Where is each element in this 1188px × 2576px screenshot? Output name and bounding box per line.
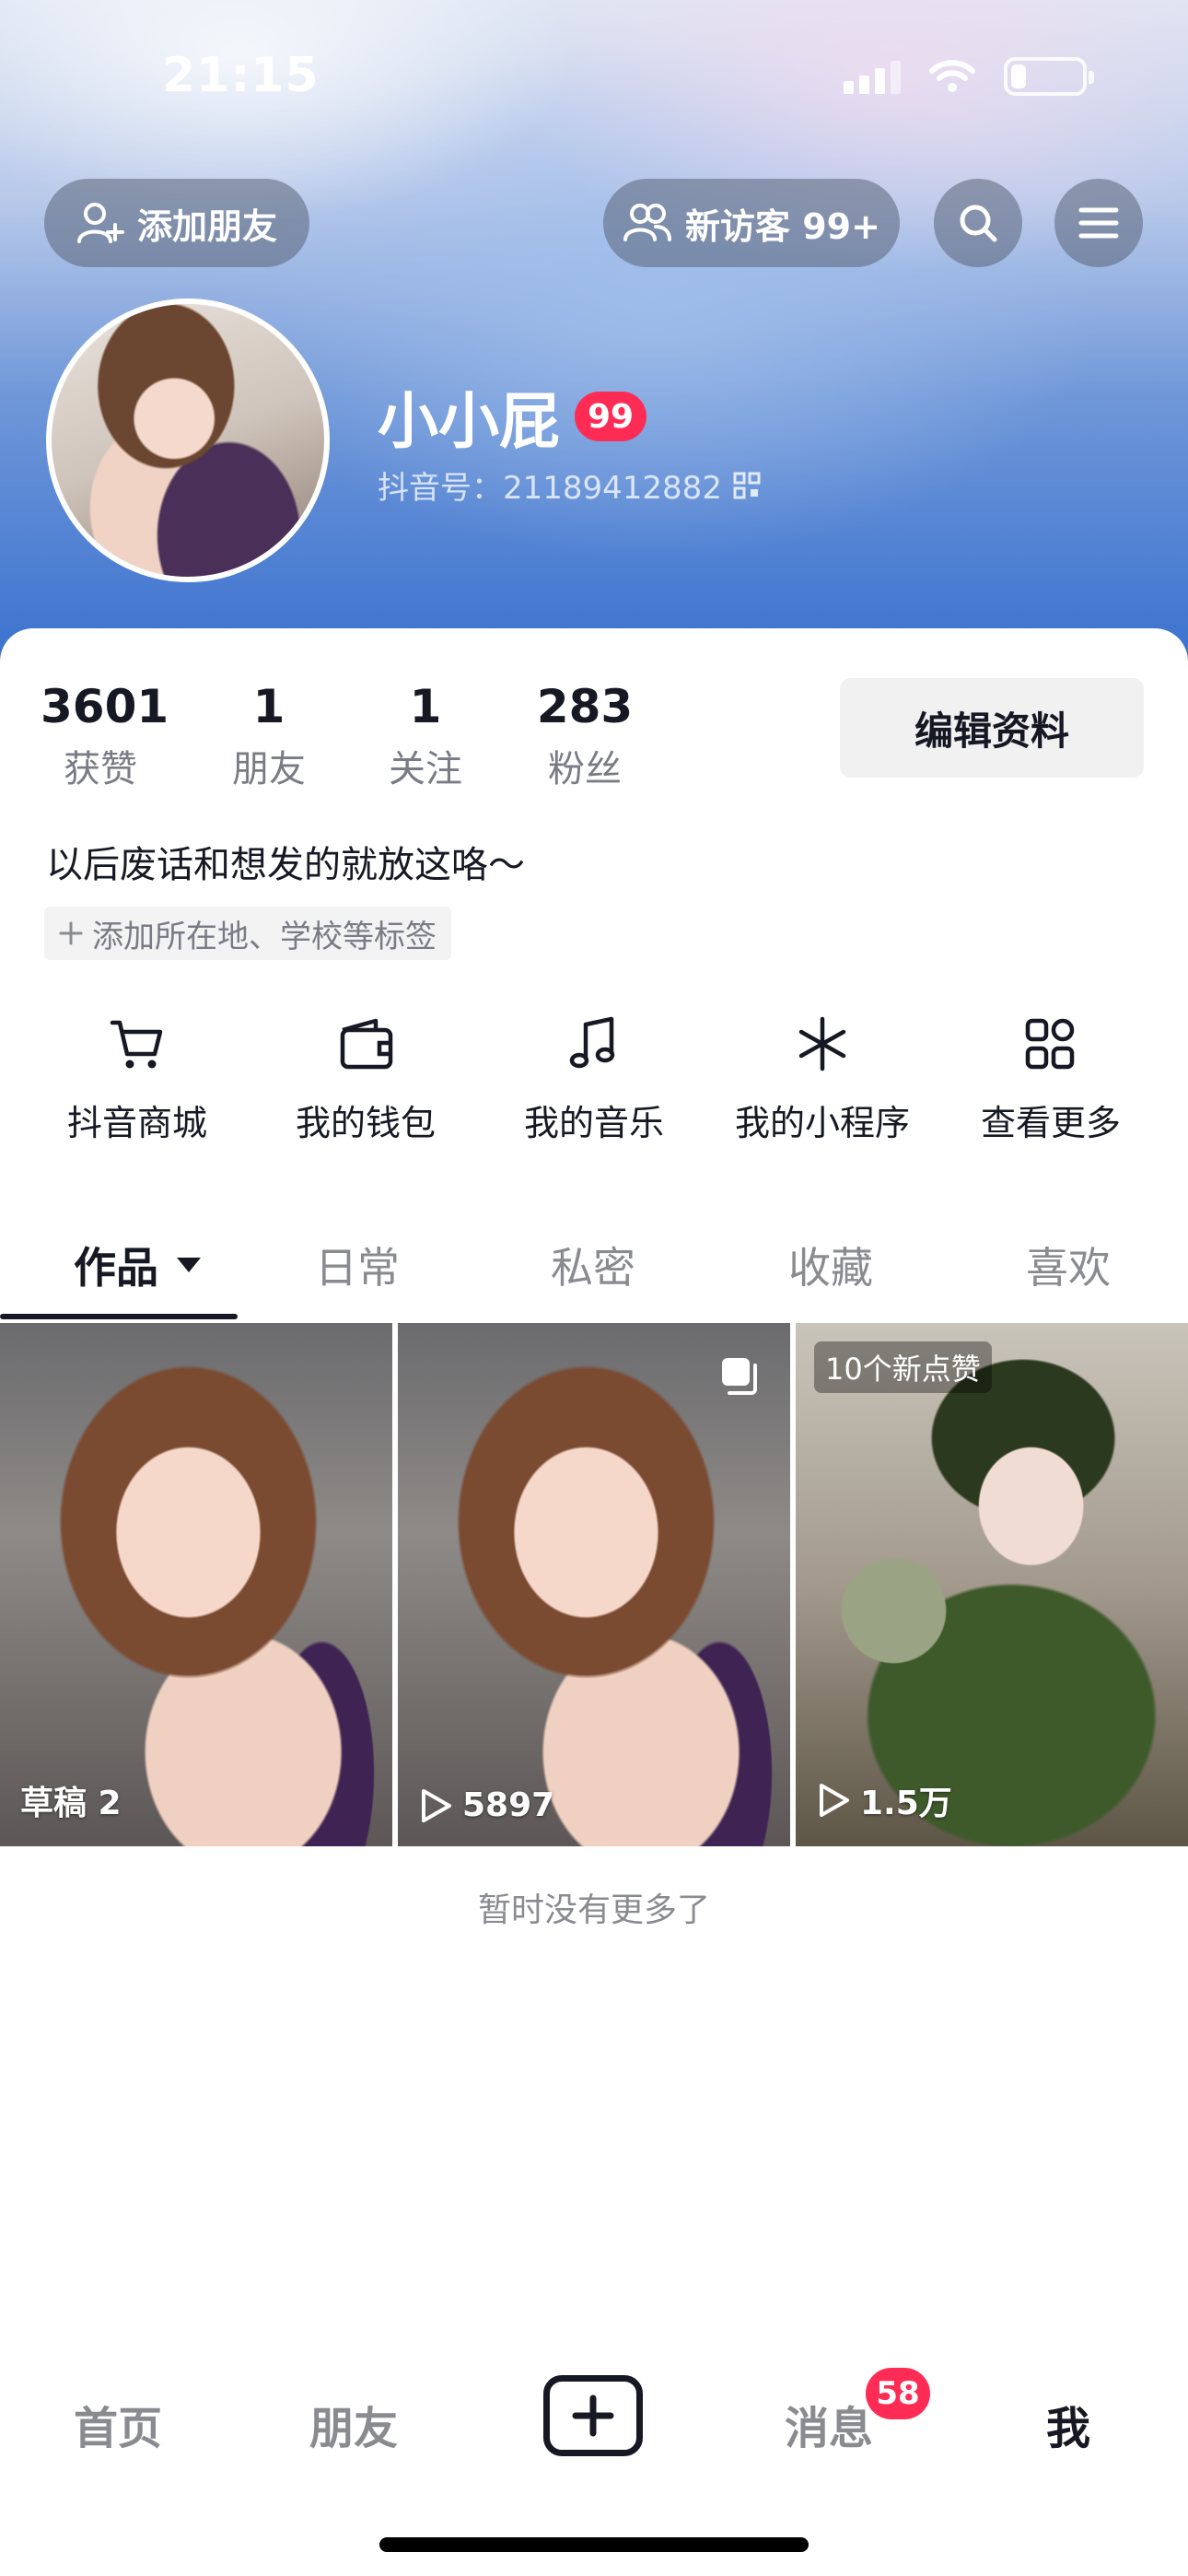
qr-code-icon [733, 472, 761, 498]
shortcut-label: 我的钱包 [295, 1103, 436, 1143]
multi-image-icon [722, 1358, 757, 1395]
mini-program-icon [798, 1016, 846, 1071]
new-visitors-button[interactable]: 新访客 99+ [603, 179, 900, 267]
nav-me[interactable]: 我 [1046, 2392, 1090, 2456]
nav-home[interactable]: 首页 [74, 2392, 162, 2456]
play-icon [820, 1784, 849, 1817]
play-icon [422, 1788, 451, 1822]
search-icon [960, 205, 997, 242]
tab-daily[interactable]: 日常 [315, 1235, 400, 1295]
bio-text: 以后废话和想发的就放这咯～ [46, 844, 525, 886]
stat-friends[interactable]: 1 朋友 [214, 680, 324, 792]
shortcut-label: 我的音乐 [523, 1103, 664, 1143]
tab-active-indicator [0, 1314, 238, 1319]
stat-value: 283 [536, 680, 634, 733]
stat-value: 1 [252, 680, 285, 733]
music-note-icon [569, 1016, 615, 1069]
shortcut-more[interactable]: 查看更多 [936, 1013, 1166, 1145]
shortcut-label: 查看更多 [980, 1103, 1121, 1143]
create-post-button[interactable] [543, 2375, 643, 2456]
thumbnail-caption: 草稿 2 [20, 1776, 122, 1824]
plus-icon [59, 921, 83, 945]
messages-badge: 58 [866, 2368, 930, 2419]
add-friend-button[interactable]: 添加朋友 [44, 179, 309, 267]
draft-count: 草稿 2 [20, 1785, 122, 1822]
caret-down-icon [177, 1258, 201, 1272]
nav-messages[interactable]: 消息 [785, 2392, 873, 2456]
cart-icon [110, 1020, 163, 1069]
stat-label: 粉丝 [548, 748, 622, 790]
plus-icon [572, 2395, 614, 2437]
douyin-id-text: 抖音号：21189412882 [378, 470, 722, 507]
stat-value: 3601 [41, 680, 169, 733]
edit-profile-button[interactable]: 编辑资料 [840, 678, 1144, 778]
avatar[interactable] [46, 299, 330, 582]
add-tags-chip[interactable]: 添加所在地、学校等标签 [44, 907, 451, 960]
stat-following[interactable]: 1 关注 [370, 680, 481, 792]
no-more-content-text: 暂时没有更多了 [477, 1891, 710, 1929]
home-indicator [379, 2537, 809, 2552]
add-tags-label: 添加所在地、学校等标签 [92, 918, 437, 955]
username-row: 小小屁 99 [378, 372, 647, 461]
tab-label: 作品 [74, 1243, 158, 1293]
cellular-signal-icon [844, 59, 901, 94]
shortcut-wallet[interactable]: 我的钱包 [250, 1013, 481, 1145]
thumbnail-caption: 1.5万 [816, 1776, 952, 1824]
video-thumbnail[interactable]: 5897 [398, 1323, 790, 1846]
thumbnail-image [0, 1323, 392, 1846]
tab-private[interactable]: 私密 [551, 1235, 635, 1295]
stat-followers[interactable]: 283 粉丝 [525, 680, 645, 792]
stat-label: 关注 [389, 748, 462, 790]
video-thumbnail[interactable]: 10个新点赞 1.5万 [796, 1323, 1188, 1846]
menu-button[interactable] [1054, 179, 1143, 267]
battery-icon [1004, 57, 1094, 96]
stat-value: 1 [409, 680, 442, 733]
add-user-icon [76, 203, 124, 243]
status-indicators [844, 57, 1094, 96]
username: 小小屁 [378, 386, 560, 457]
shortcut-label: 我的小程序 [734, 1103, 910, 1143]
visitors-icon [623, 204, 672, 241]
new-likes-badge: 10个新点赞 [814, 1341, 992, 1393]
search-button[interactable] [934, 179, 1022, 267]
thumbnail-image [796, 1323, 1188, 1846]
video-thumbnail-drafts[interactable]: 草稿 2 [0, 1323, 392, 1846]
status-time: 21:15 [162, 48, 320, 103]
menu-icon [1078, 207, 1119, 239]
stat-likes[interactable]: 3601 获赞 [41, 680, 169, 792]
grid-more-icon [1025, 1018, 1075, 1070]
stat-label: 朋友 [232, 748, 306, 790]
thumbnail-caption: 5897 [418, 1786, 554, 1824]
tab-favorites[interactable]: 收藏 [788, 1235, 873, 1295]
shortcut-mini-programs[interactable]: 我的小程序 [707, 1013, 938, 1145]
shortcut-shop[interactable]: 抖音商城 [22, 1013, 252, 1145]
play-count: 1.5万 [860, 1785, 952, 1822]
wallet-icon [340, 1018, 393, 1070]
shortcut-label: 抖音商城 [66, 1103, 207, 1143]
add-friend-label: 添加朋友 [136, 205, 277, 247]
level-badge[interactable]: 99 [575, 392, 647, 441]
nav-friends[interactable]: 朋友 [309, 2392, 398, 2456]
play-count: 5897 [462, 1786, 555, 1824]
shortcut-music[interactable]: 我的音乐 [479, 1013, 709, 1145]
tab-works[interactable]: 作品 [74, 1235, 203, 1295]
wifi-icon [929, 60, 975, 92]
tab-likes[interactable]: 喜欢 [1026, 1235, 1111, 1295]
visitors-label: 新访客 99+ [685, 205, 880, 247]
douyin-id[interactable]: 抖音号：21189412882 [378, 463, 761, 508]
stat-label: 获赞 [64, 748, 137, 790]
thumbnail-image [398, 1323, 790, 1846]
